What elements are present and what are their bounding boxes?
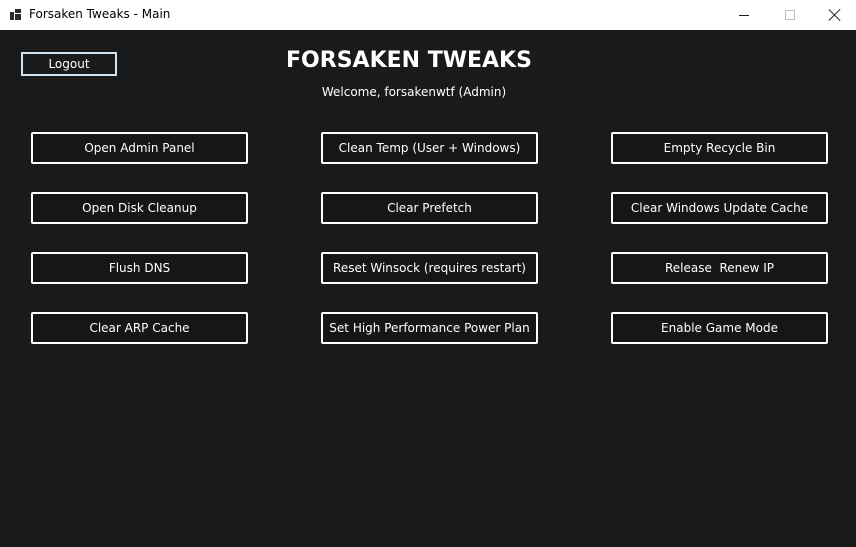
close-button[interactable] xyxy=(812,0,856,30)
page-title: FORSAKEN TWEAKS xyxy=(286,48,532,73)
flush-dns-button[interactable]: Flush DNS xyxy=(31,252,248,284)
maximize-icon xyxy=(785,10,795,20)
enable-game-mode-button[interactable]: Enable Game Mode xyxy=(611,312,828,344)
high-performance-power-plan-button[interactable]: Set High Performance Power Plan xyxy=(321,312,538,344)
clear-windows-update-cache-button[interactable]: Clear Windows Update Cache xyxy=(611,192,828,224)
minimize-button[interactable] xyxy=(721,0,767,30)
clean-temp-button[interactable]: Clean Temp (User + Windows) xyxy=(321,132,538,164)
minimize-icon xyxy=(739,14,749,16)
window-title: Forsaken Tweaks - Main xyxy=(29,7,171,21)
main-window: Forsaken Tweaks - Main Logout FORSAKEN T… xyxy=(0,0,856,547)
open-admin-panel-button[interactable]: Open Admin Panel xyxy=(31,132,248,164)
release-renew-ip-button[interactable]: Release Renew IP xyxy=(611,252,828,284)
title-bar[interactable]: Forsaken Tweaks - Main xyxy=(0,0,856,30)
welcome-text: Welcome, forsakenwtf (Admin) xyxy=(321,85,507,99)
app-window-icon xyxy=(10,9,21,20)
close-icon xyxy=(829,9,841,21)
maximize-button[interactable] xyxy=(767,0,813,30)
reset-winsock-button[interactable]: Reset Winsock (requires restart) xyxy=(321,252,538,284)
clear-prefetch-button[interactable]: Clear Prefetch xyxy=(321,192,538,224)
clear-arp-cache-button[interactable]: Clear ARP Cache xyxy=(31,312,248,344)
empty-recycle-bin-button[interactable]: Empty Recycle Bin xyxy=(611,132,828,164)
open-disk-cleanup-button[interactable]: Open Disk Cleanup xyxy=(31,192,248,224)
